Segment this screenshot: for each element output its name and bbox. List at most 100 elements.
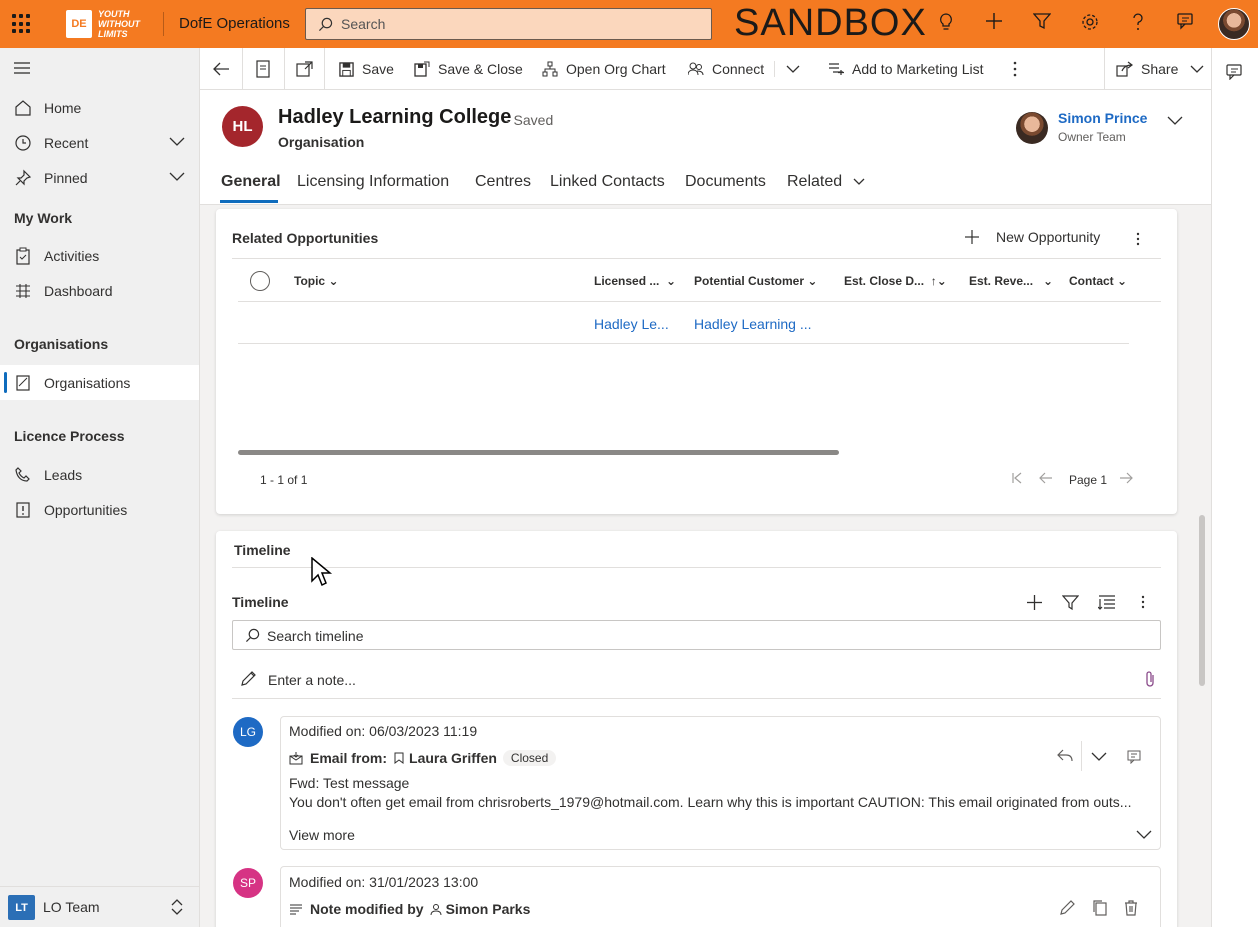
save-icon: [339, 61, 354, 77]
chevron-down-icon[interactable]: [1091, 751, 1107, 761]
new-opportunity-button[interactable]: New Opportunity: [964, 229, 1100, 245]
nav-item-organisations[interactable]: Organisations: [0, 365, 199, 400]
user-avatar[interactable]: [1218, 8, 1250, 40]
reply-icon[interactable]: [1057, 749, 1073, 763]
tab-documents[interactable]: Documents: [685, 173, 766, 191]
view-more-link[interactable]: View more: [289, 827, 355, 843]
nav-item-leads[interactable]: Leads: [0, 457, 199, 492]
horizontal-scrollbar[interactable]: [238, 450, 839, 455]
first-page-icon[interactable]: [1011, 472, 1023, 484]
form-icon[interactable]: [256, 60, 270, 78]
app-launcher-icon[interactable]: [12, 14, 32, 34]
chevron-down-icon[interactable]: [1136, 829, 1152, 839]
pin-icon: [15, 169, 32, 185]
lightbulb-icon[interactable]: [934, 12, 958, 36]
tab-licensing-information[interactable]: Licensing Information: [297, 173, 449, 191]
share-button[interactable]: Share: [1116, 48, 1204, 90]
person-icon: [430, 904, 442, 915]
previous-page-icon[interactable]: [1039, 472, 1053, 484]
column-header-licensed[interactable]: Licensed ... ⌄: [594, 274, 676, 288]
nav-item-recent[interactable]: Recent: [0, 125, 199, 160]
column-header-est-close-date[interactable]: Est. Close D... ↑⌄: [844, 274, 947, 288]
nav-label: Home: [44, 99, 82, 116]
chevron-down-icon[interactable]: [168, 170, 186, 182]
filter-icon[interactable]: [1062, 594, 1079, 611]
open-org-chart-button[interactable]: Open Org Chart: [542, 48, 666, 90]
phone-icon: [15, 466, 30, 482]
chevron-down-icon[interactable]: [168, 135, 186, 147]
app-name[interactable]: DofE Operations: [179, 15, 290, 32]
post-body: You don't often get email from chrisrobe…: [289, 794, 1132, 810]
expand-header-chevron-icon[interactable]: [1166, 114, 1184, 126]
chevron-down-icon[interactable]: [786, 64, 800, 74]
save-close-button[interactable]: Save & Close: [414, 48, 523, 90]
help-icon[interactable]: [1126, 12, 1150, 36]
marketing-label: Add to Marketing List: [852, 61, 984, 77]
share-label: Share: [1141, 61, 1179, 77]
more-commands-button[interactable]: [1012, 48, 1018, 90]
tab-general[interactable]: General: [221, 173, 281, 191]
timeline-post-note[interactable]: Modified on: 31/01/2023 13:00 Note modif…: [280, 866, 1161, 927]
next-page-icon[interactable]: [1119, 472, 1133, 484]
search-icon: [318, 17, 333, 32]
tab-centres[interactable]: Centres: [475, 173, 531, 191]
column-header-est-revenue[interactable]: Est. Reve... ⌄: [969, 274, 1053, 288]
contact-icon: [394, 752, 404, 764]
nav-item-pinned[interactable]: Pinned: [0, 160, 199, 195]
divider: [163, 12, 164, 36]
vertical-scrollbar[interactable]: [1199, 515, 1205, 686]
nav-label: Organisations: [44, 374, 131, 391]
owner-link[interactable]: Simon Prince: [1058, 110, 1147, 126]
post-person[interactable]: Laura Griffen: [409, 750, 497, 766]
global-search-input[interactable]: Search: [305, 8, 712, 40]
select-all-checkbox[interactable]: [250, 271, 270, 291]
attachment-icon[interactable]: [1144, 670, 1156, 688]
more-vertical-icon[interactable]: [1140, 595, 1146, 609]
timeline-search-input[interactable]: Search timeline: [232, 620, 1161, 650]
nav-item-opportunities[interactable]: Opportunities: [0, 492, 199, 527]
open-record-icon[interactable]: [1127, 750, 1141, 764]
add-to-marketing-list-button[interactable]: Add to Marketing List: [828, 48, 984, 90]
chat-icon[interactable]: [1174, 12, 1198, 36]
post-person[interactable]: Simon Parks: [446, 901, 531, 917]
filter-icon[interactable]: [1030, 12, 1054, 36]
back-arrow-icon[interactable]: [212, 61, 230, 77]
area-switcher[interactable]: LT LO Team: [0, 886, 199, 927]
active-tab-indicator: [220, 200, 278, 203]
nav-item-activities[interactable]: Activities: [0, 238, 199, 273]
new-opportunity-label: New Opportunity: [996, 229, 1101, 245]
licensed-link[interactable]: Hadley Le...: [594, 316, 669, 332]
plus-icon: [965, 230, 979, 244]
delete-icon[interactable]: [1124, 899, 1138, 916]
connect-button[interactable]: Connect: [688, 48, 764, 90]
note-input[interactable]: Enter a note...: [268, 672, 356, 688]
save-button[interactable]: Save: [339, 48, 394, 90]
column-header-contact[interactable]: Contact ⌄: [1069, 274, 1127, 288]
more-vertical-icon[interactable]: [1135, 232, 1141, 246]
tab-linked-contacts[interactable]: Linked Contacts: [550, 173, 665, 191]
potential-customer-link[interactable]: Hadley Learning ...: [694, 316, 812, 332]
plus-icon[interactable]: [1026, 594, 1043, 611]
timeline-post-email[interactable]: Modified on: 06/03/2023 11:19 Email from…: [280, 716, 1161, 850]
divider: [242, 48, 243, 90]
pencil-icon[interactable]: [1059, 899, 1076, 916]
column-header-potential-customer[interactable]: Potential Customer ⌄: [694, 274, 817, 288]
divider: [238, 301, 1161, 302]
copy-icon[interactable]: [1091, 899, 1107, 916]
conversation-icon[interactable]: [1226, 64, 1244, 80]
save-label: Save: [362, 61, 394, 77]
post-header: Email from: Laura Griffen Closed: [289, 750, 557, 766]
owner-role: Owner Team: [1058, 130, 1126, 144]
timeline-title: Timeline: [232, 594, 289, 610]
nav-section-my-work: My Work: [14, 210, 73, 226]
nav-toggle-button[interactable]: [0, 50, 199, 85]
column-header-topic[interactable]: Topic ⌄: [294, 274, 339, 288]
plus-icon[interactable]: [982, 12, 1006, 36]
gear-icon[interactable]: [1078, 12, 1102, 36]
nav-item-home[interactable]: Home: [0, 90, 199, 125]
tab-related[interactable]: Related: [787, 173, 865, 191]
sort-list-icon[interactable]: [1098, 594, 1116, 611]
column-label: Potential Customer: [694, 274, 805, 288]
nav-item-dashboard[interactable]: Dashboard: [0, 273, 199, 308]
open-new-window-icon[interactable]: [296, 61, 314, 77]
